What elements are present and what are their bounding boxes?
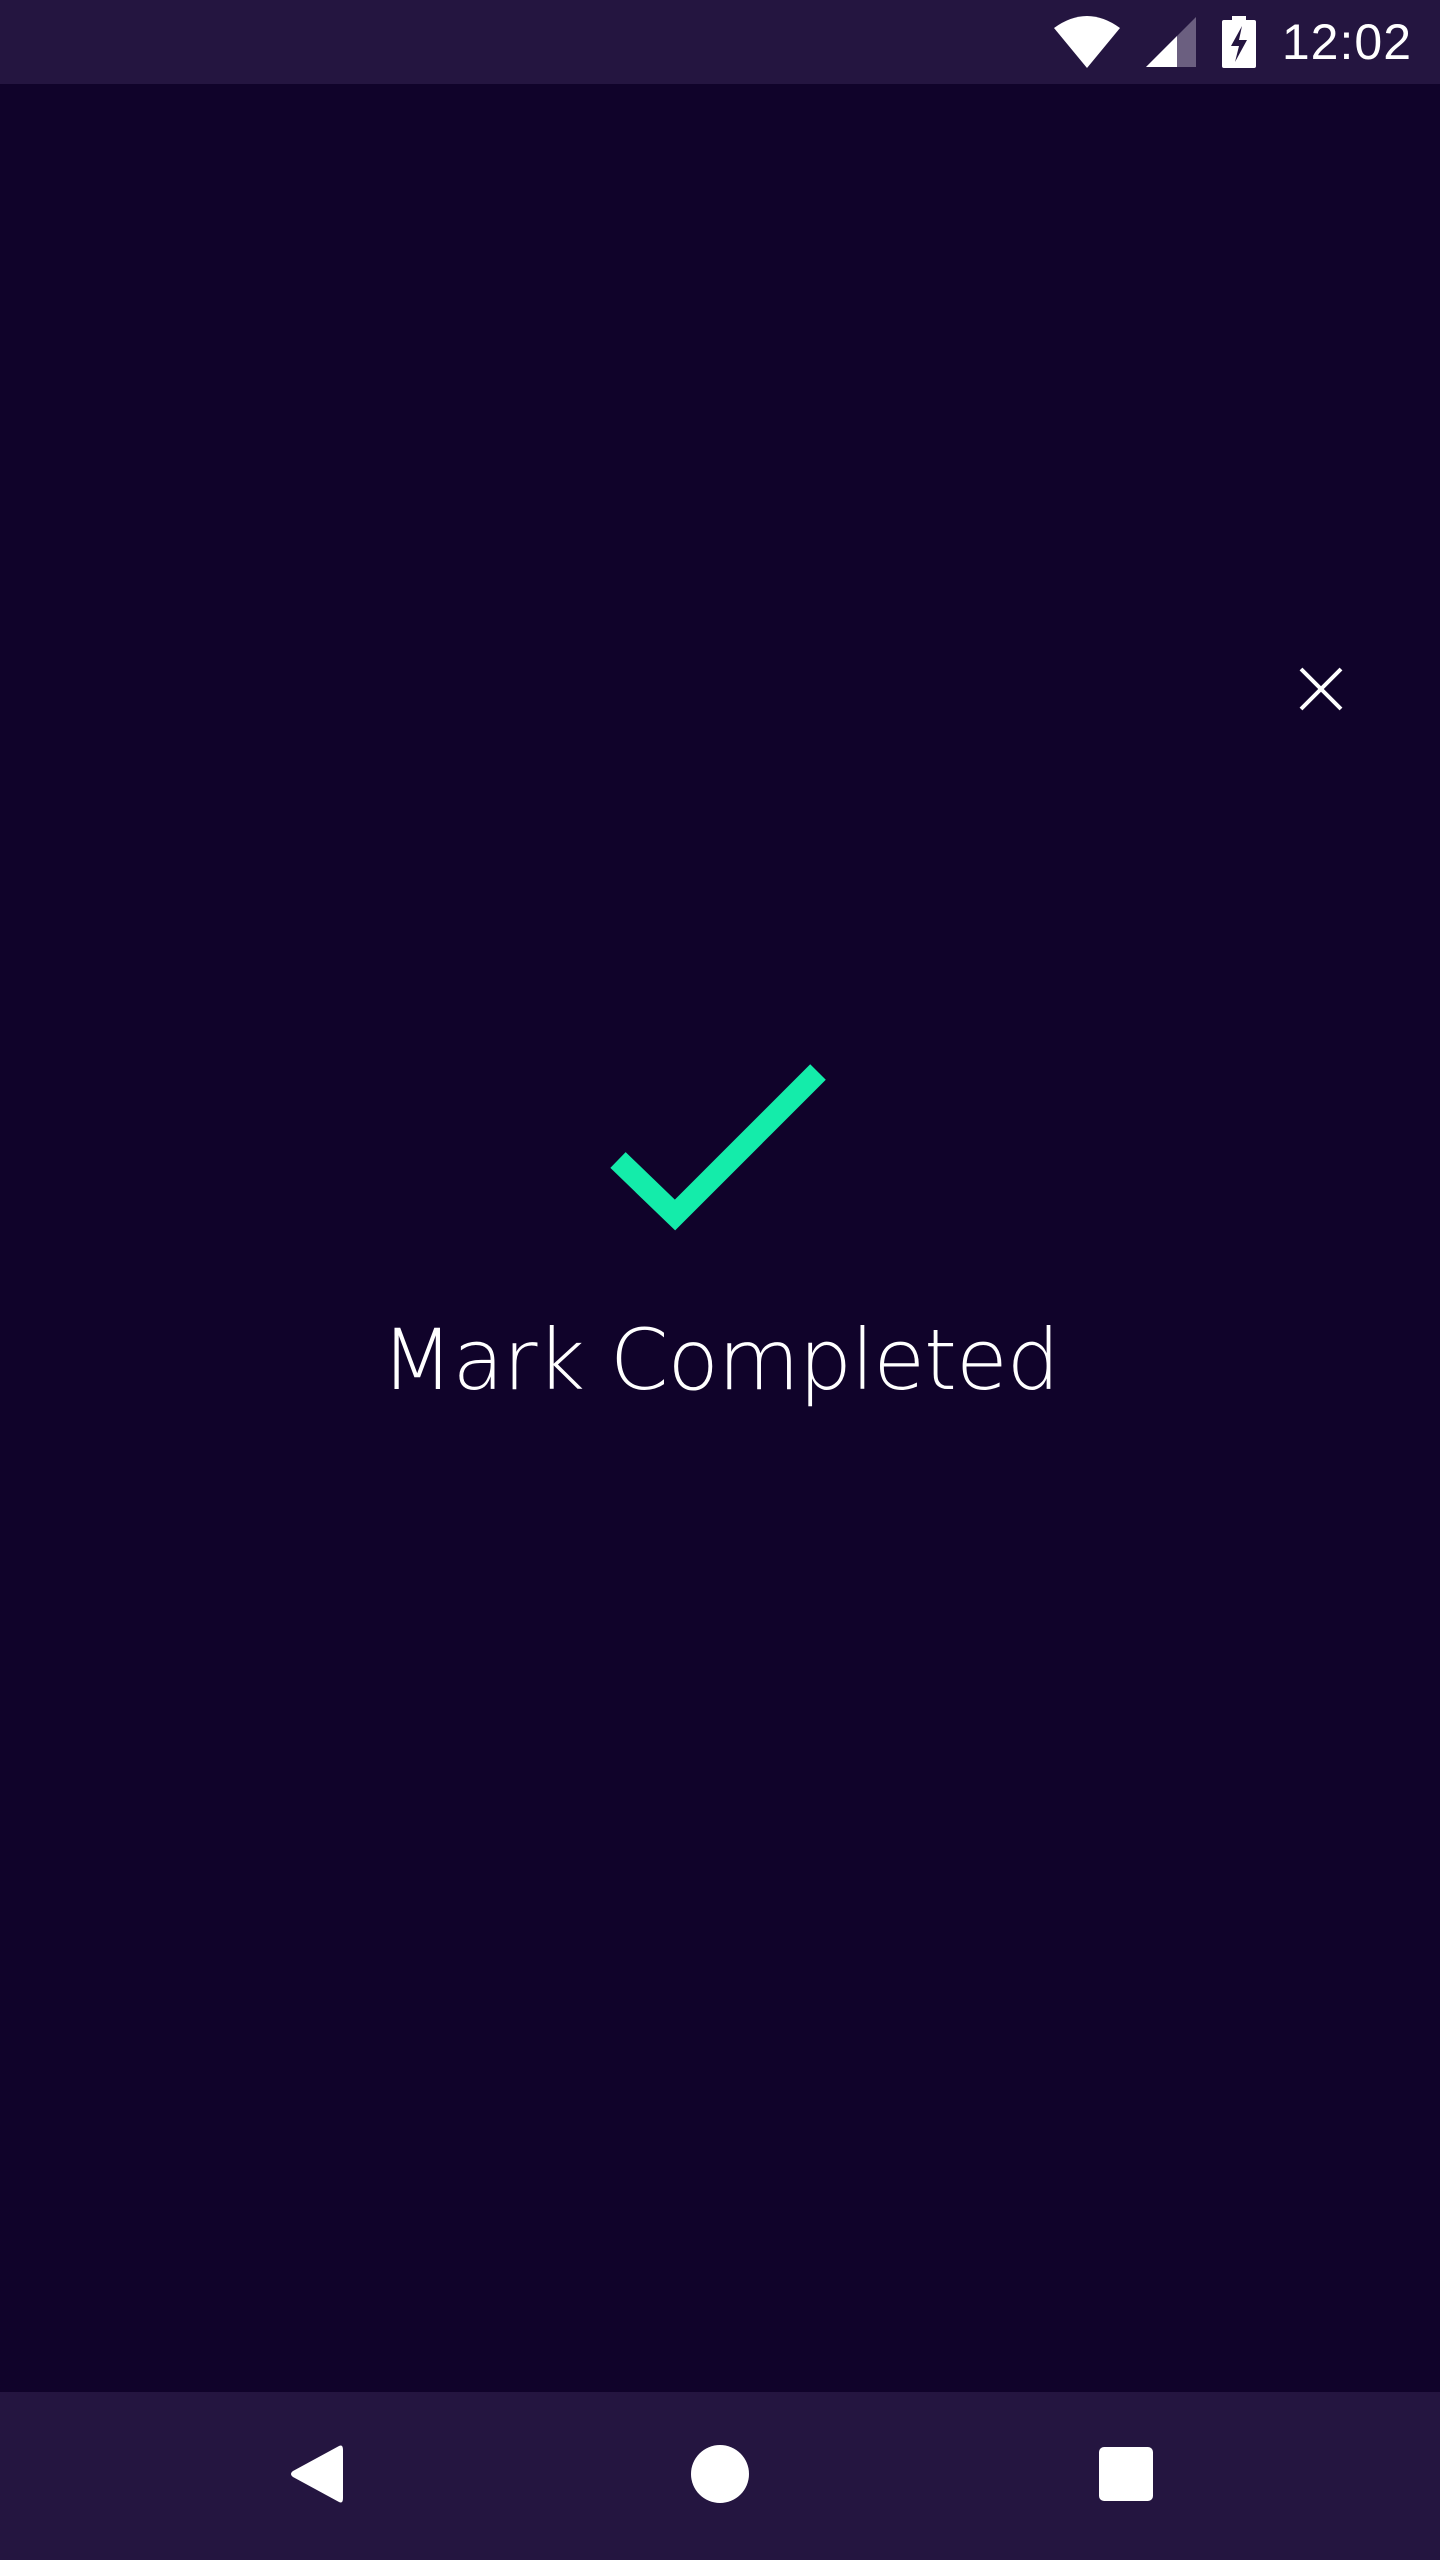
status-icons: 12:02 — [1053, 0, 1412, 84]
navigation-bar — [0, 2392, 1440, 2560]
cell-signal-icon — [1145, 17, 1196, 67]
status-bar: 12:02 — [0, 0, 1440, 84]
battery-charging-icon — [1221, 16, 1256, 68]
close-icon — [1299, 667, 1343, 716]
status-time: 12:02 — [1281, 14, 1412, 70]
checkmark-icon — [600, 1050, 840, 1250]
back-icon — [289, 2444, 343, 2509]
home-button[interactable] — [640, 2392, 800, 2560]
recents-icon — [1099, 2446, 1153, 2506]
wifi-icon — [1053, 16, 1120, 68]
back-button[interactable] — [236, 2392, 396, 2560]
mark-completed-label[interactable]: Mark Completed — [0, 1310, 1440, 1410]
home-icon — [691, 2444, 749, 2508]
screen: 12:02 Mark Completed — [0, 0, 1440, 2560]
close-button[interactable] — [1290, 660, 1352, 722]
recents-button[interactable] — [1046, 2392, 1206, 2560]
